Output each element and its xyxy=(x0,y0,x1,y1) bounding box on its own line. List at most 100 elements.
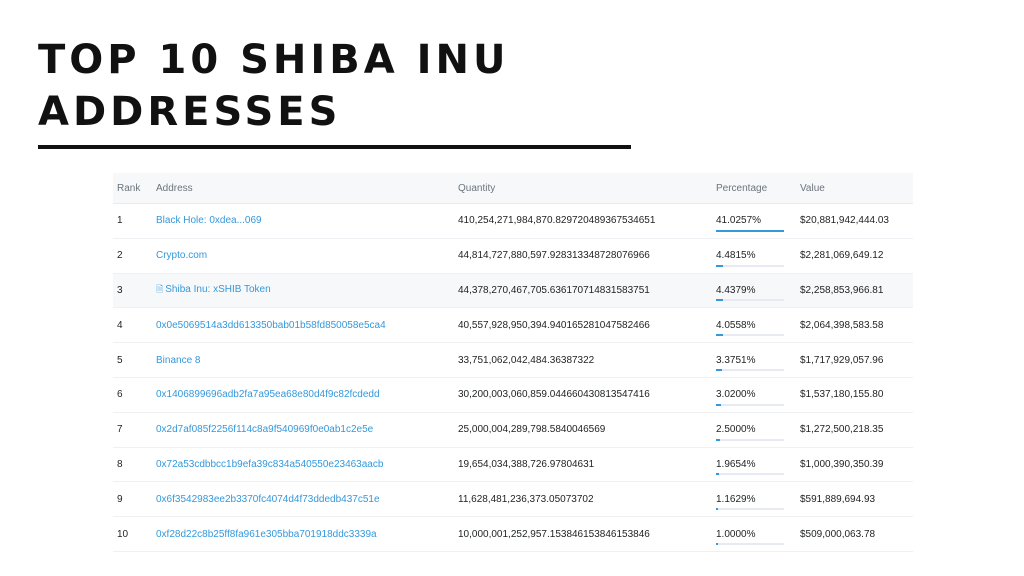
table-row: 7 0x2d7af085f2256f114c8a9f540969f0e0ab1c2… xyxy=(113,412,913,448)
address-text[interactable]: Black Hole: 0xdea...069 xyxy=(156,215,262,226)
table-row: 6 0x1406899696adb2fa7a95ea68e80d4f9c82fcd… xyxy=(113,377,913,413)
quantity-cell: 30,200,003,060,859.044660430813547416 xyxy=(454,377,712,413)
address-text[interactable]: Crypto.com xyxy=(156,250,207,261)
address-text[interactable]: 0x2d7af085f2256f114c8a9f540969f0e0ab1c2e… xyxy=(156,424,373,435)
quantity-cell: 11,628,481,236,373.05073702 xyxy=(454,481,712,518)
rank-cell: 9 xyxy=(113,481,152,518)
address-link[interactable]: 0x0e5069514a3dd613350bab01b58fd850058e5c… xyxy=(156,320,386,331)
percentage-cell: 3.0200% xyxy=(712,377,796,413)
column-header-address: Address xyxy=(152,173,454,204)
table-row: 3 🗎 Shiba Inu: xSHIB Token 44,378,270,467,7… xyxy=(113,273,913,309)
address-text[interactable]: Shiba Inu: xSHIB Token xyxy=(165,284,270,295)
quantity-cell: 33,751,062,042,484.36387322 xyxy=(454,342,712,378)
quantity-cell-text: 30,200,003,060,859.044660430813547416 xyxy=(458,389,650,401)
address-link[interactable]: 0x6f3542983ee2b3370fc4074d4f73ddedb437c5… xyxy=(156,494,380,505)
value-cell-text: $591,889,694.93 xyxy=(800,493,876,505)
quantity-cell-text: 410,254,271,984,870.829720489367534651 xyxy=(458,215,656,227)
title-underline xyxy=(38,145,631,149)
value-cell-text: $509,000,063.78 xyxy=(800,528,876,540)
rank-cell-text: 1 xyxy=(117,215,123,227)
address-cell: 🗎 Shiba Inu: xSHIB Token xyxy=(152,273,454,309)
percentage-bar-fill xyxy=(716,368,722,371)
rank-cell-text: 8 xyxy=(117,458,123,470)
address-link[interactable]: 🗎 Shiba Inu: xSHIB Token xyxy=(156,284,271,295)
document-icon: 🗎 xyxy=(156,284,164,295)
percentage-cell-text: 1.9654% xyxy=(716,458,756,470)
address-text[interactable]: 0xf28d22c8b25ff8fa961e305bba701918ddc333… xyxy=(156,529,377,540)
quantity-cell: 40,557,928,950,394.940165281047582466 xyxy=(454,307,712,344)
percentage-cell: 1.0000% xyxy=(712,516,796,552)
percentage-cell: 4.4379% xyxy=(712,273,796,309)
address-text[interactable]: 0x1406899696adb2fa7a95ea68e80d4f9c82fcde… xyxy=(156,389,380,400)
percentage-cell-text: 4.4379% xyxy=(716,284,756,296)
value-cell-text: $1,717,929,057.96 xyxy=(800,354,884,366)
percentage-cell: 41.0257% xyxy=(712,203,796,239)
quantity-cell: 19,654,034,388,726.97804631 xyxy=(454,447,712,483)
rank-cell: 7 xyxy=(113,412,152,448)
column-header-rank: Rank xyxy=(113,173,152,204)
quantity-cell: 25,000,004,289,798.5840046569 xyxy=(454,412,712,448)
table-row: 8 0x72a53cdbbcc1b9efa39c834a540550e23463a… xyxy=(113,447,913,483)
holders-table: Rank Address Quantity Percentage Value 1… xyxy=(113,173,913,552)
value-cell: $509,000,063.78 xyxy=(796,516,913,552)
value-cell-text: $1,272,500,218.35 xyxy=(800,424,884,436)
address-link[interactable]: Binance 8 xyxy=(156,355,200,366)
percentage-bar-track xyxy=(716,508,784,511)
rank-cell: 6 xyxy=(113,377,152,413)
percentage-cell-text: 3.0200% xyxy=(716,389,756,401)
rank-cell: 3 xyxy=(113,273,152,309)
percentage-bar-fill xyxy=(716,334,723,337)
column-header-percentage: Percentage xyxy=(712,173,796,204)
percentage-bar-fill xyxy=(716,473,720,476)
value-cell: $2,064,398,583.58 xyxy=(796,307,913,344)
percentage-cell-text: 1.0000% xyxy=(716,528,756,540)
table-row: 1 Black Hole: 0xdea...069 410,254,271,984,… xyxy=(113,203,913,239)
value-cell-text: $20,881,942,444.03 xyxy=(800,215,889,227)
value-cell: $1,000,390,350.39 xyxy=(796,447,913,483)
rank-cell-text: 4 xyxy=(117,319,123,331)
percentage-bar-track xyxy=(716,299,784,302)
percentage-cell-text: 3.3751% xyxy=(716,354,756,366)
address-link[interactable]: 0x1406899696adb2fa7a95ea68e80d4f9c82fcde… xyxy=(156,389,380,400)
percentage-cell-text: 4.4815% xyxy=(716,250,756,262)
percentage-bar-track xyxy=(716,368,784,371)
value-cell-text: $2,258,853,966.81 xyxy=(800,284,884,296)
address-text[interactable]: Binance 8 xyxy=(156,355,200,366)
address-cell: 0x1406899696adb2fa7a95ea68e80d4f9c82fcde… xyxy=(152,377,454,413)
table-header-row: Rank Address Quantity Percentage Value xyxy=(113,173,913,204)
quantity-cell-text: 19,654,034,388,726.97804631 xyxy=(458,458,595,470)
address-link[interactable]: 0xf28d22c8b25ff8fa961e305bba701918ddc333… xyxy=(156,529,377,540)
percentage-bar-track xyxy=(716,438,784,441)
percentage-cell: 4.4815% xyxy=(712,238,796,274)
rank-cell-text: 9 xyxy=(117,493,123,505)
address-cell: Black Hole: 0xdea...069 xyxy=(152,203,454,239)
address-text[interactable]: 0x0e5069514a3dd613350bab01b58fd850058e5c… xyxy=(156,320,386,331)
quantity-cell-text: 25,000,004,289,798.5840046569 xyxy=(458,424,606,436)
table-row: 2 Crypto.com 44,814,727,880,597.9283133487… xyxy=(113,238,913,274)
address-link[interactable]: 0x72a53cdbbcc1b9efa39c834a540550e23463aa… xyxy=(156,459,383,470)
percentage-cell: 2.5000% xyxy=(712,412,796,448)
quantity-cell-text: 40,557,928,950,394.940165281047582466 xyxy=(458,319,650,331)
quantity-cell-text: 11,628,481,236,373.05073702 xyxy=(458,493,594,505)
address-link[interactable]: Black Hole: 0xdea...069 xyxy=(156,215,262,226)
address-link[interactable]: 0x2d7af085f2256f114c8a9f540969f0e0ab1c2e… xyxy=(156,424,373,435)
address-text[interactable]: 0x6f3542983ee2b3370fc4074d4f73ddedb437c5… xyxy=(156,494,380,505)
rank-cell-text: 5 xyxy=(117,354,123,366)
rank-cell-text: 3 xyxy=(117,284,123,296)
percentage-cell: 1.9654% xyxy=(712,447,796,483)
rank-cell: 10 xyxy=(113,516,152,552)
table-row: 10 0xf28d22c8b25ff8fa961e305bba701918ddc3… xyxy=(113,516,913,552)
column-header-value: Value xyxy=(796,173,913,204)
percentage-bar-track xyxy=(716,473,784,476)
address-link[interactable]: Crypto.com xyxy=(156,250,207,261)
percentage-bar-fill xyxy=(716,403,721,406)
address-cell: 0x2d7af085f2256f114c8a9f540969f0e0ab1c2e… xyxy=(152,412,454,448)
percentage-bar-track xyxy=(716,334,784,337)
percentage-bar-track xyxy=(716,229,784,232)
address-cell: 0x72a53cdbbcc1b9efa39c834a540550e23463aa… xyxy=(152,447,454,483)
percentage-cell-text: 2.5000% xyxy=(716,424,756,436)
address-text[interactable]: 0x72a53cdbbcc1b9efa39c834a540550e23463aa… xyxy=(156,459,383,470)
address-cell: 0xf28d22c8b25ff8fa961e305bba701918ddc333… xyxy=(152,516,454,552)
table-body: 1 Black Hole: 0xdea...069 410,254,271,984,… xyxy=(113,203,913,552)
percentage-bar-fill xyxy=(716,299,724,302)
